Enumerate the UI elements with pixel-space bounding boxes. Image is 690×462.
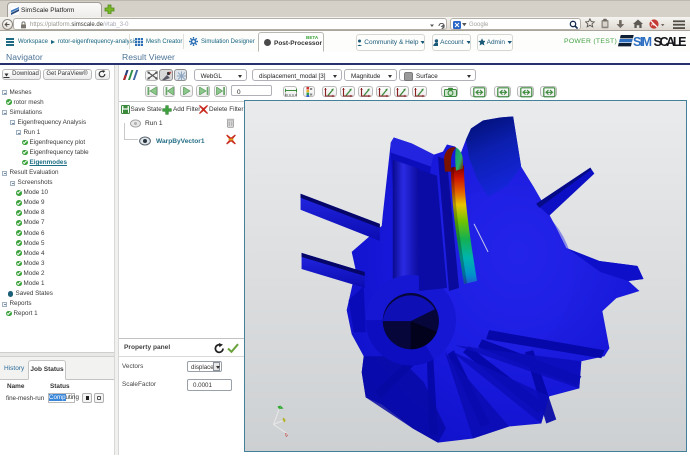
svg-text:SCALE: SCALE bbox=[654, 35, 687, 49]
svg-text:SIM: SIM bbox=[633, 35, 652, 49]
